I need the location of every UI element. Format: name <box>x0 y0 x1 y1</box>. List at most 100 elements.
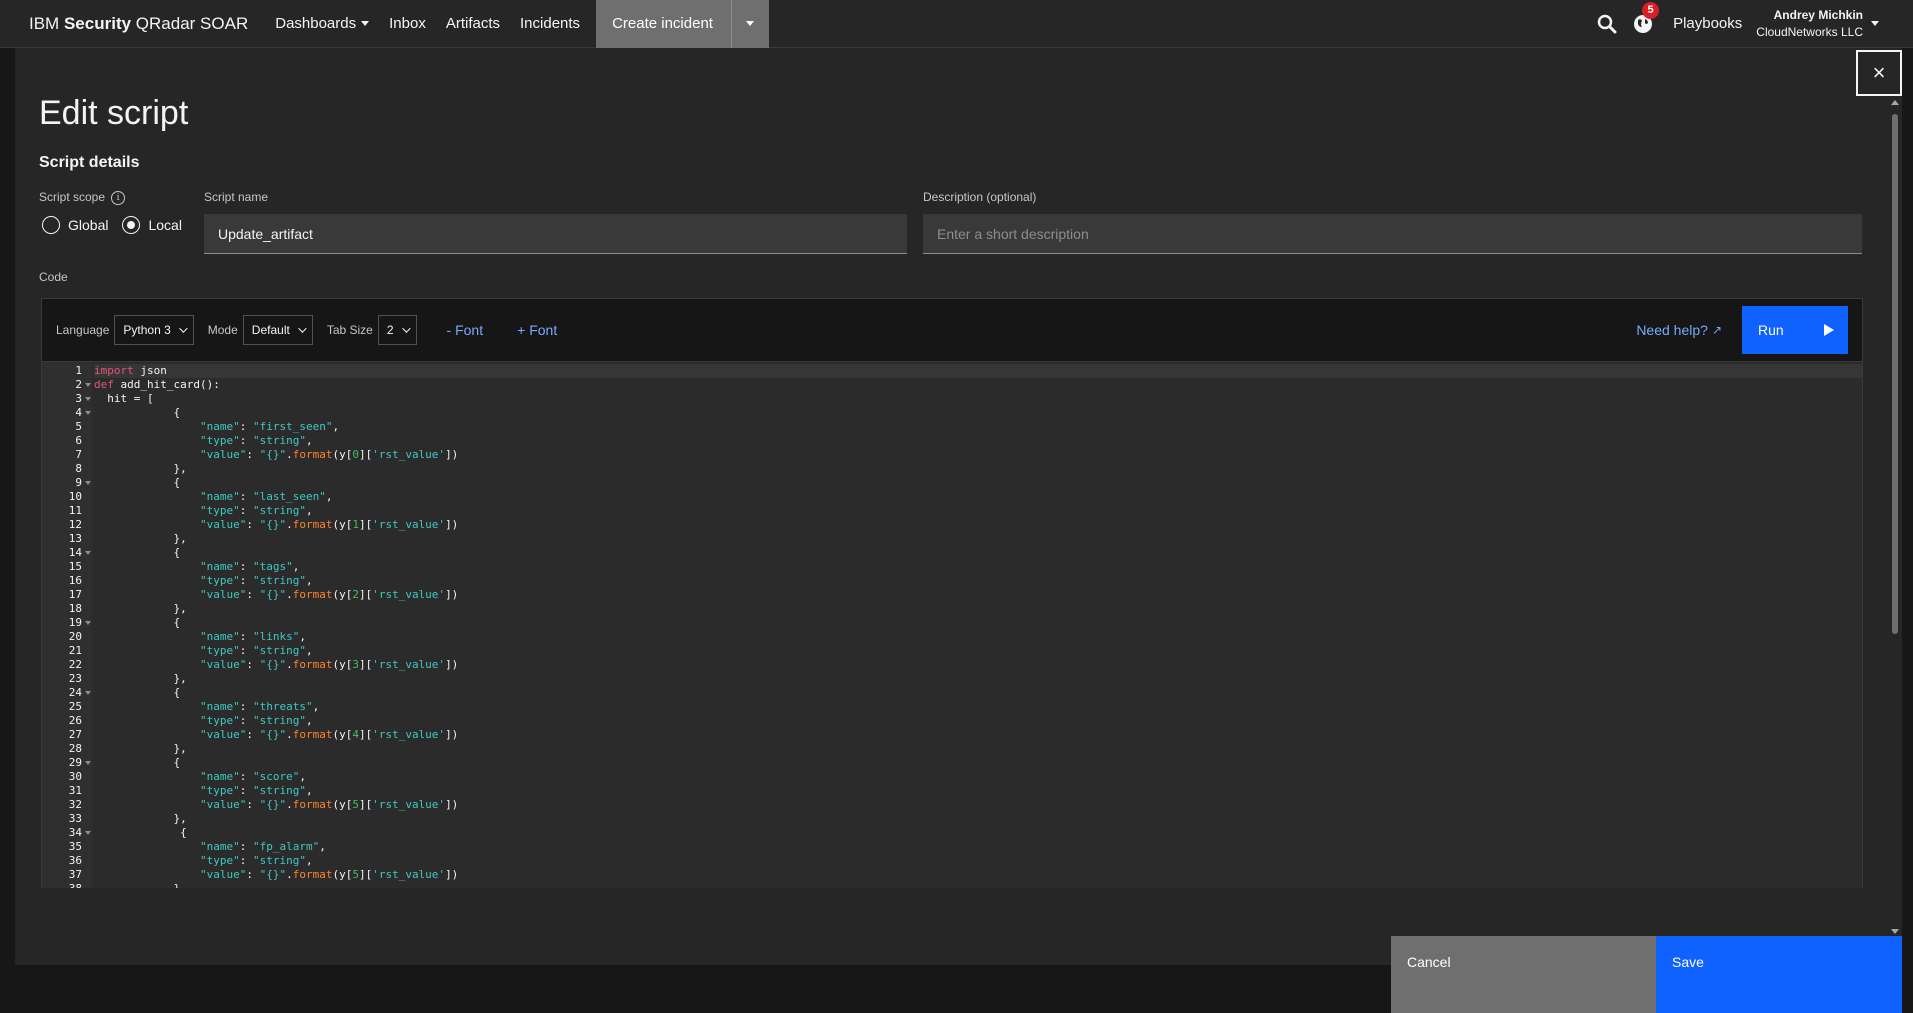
code-line[interactable]: }, <box>94 672 1862 686</box>
code-line[interactable]: "value": "{}".format(y[5]['rst_value']) <box>94 798 1862 812</box>
line-number: 32 <box>68 798 82 811</box>
radio-global[interactable]: Global <box>42 216 108 234</box>
code-line[interactable]: "value": "{}".format(y[2]['rst_value']) <box>94 588 1862 602</box>
line-number: 34 <box>42 826 92 840</box>
user-info: Andrey Michkin CloudNetworks LLC <box>1756 7 1863 41</box>
nav-playbooks[interactable]: Playbooks <box>1661 0 1756 48</box>
line-number: 1 <box>75 364 82 377</box>
code-line[interactable]: def add_hit_card(): <box>94 378 1862 392</box>
line-number: 5 <box>75 420 82 433</box>
language-label: Language <box>56 323 110 337</box>
code-line[interactable]: "type": "string", <box>94 784 1862 798</box>
chevron-down-icon <box>297 324 307 333</box>
code-line[interactable]: { <box>94 406 1862 420</box>
brand-bold: Security <box>63 13 132 33</box>
line-number: 37 <box>68 868 82 881</box>
edit-script-modal: × Edit script Script details Script scop… <box>15 48 1902 1013</box>
code-line[interactable]: }, <box>94 602 1862 616</box>
tab-size-value: 2 <box>386 323 394 337</box>
code-line[interactable]: "value": "{}".format(y[1]['rst_value']) <box>94 518 1862 532</box>
code-line[interactable]: { <box>94 826 1862 840</box>
code-line[interactable]: "name": "links", <box>94 630 1862 644</box>
language-value: Python 3 <box>123 323 171 337</box>
line-number-gutter: 1 2 3 4 5 6 7 8 9 10 11 12 13 14 15 16 17 18 19 20 21 22 23 24 2… <box>42 362 92 888</box>
code-line[interactable]: import json <box>94 364 1862 378</box>
code-line[interactable]: "type": "string", <box>94 434 1862 448</box>
code-line[interactable]: "value": "{}".format(y[5]['rst_value']) <box>94 868 1862 882</box>
code-line[interactable]: "name": "score", <box>94 770 1862 784</box>
code-line[interactable]: "name": "threats", <box>94 700 1862 714</box>
code-line[interactable]: { <box>94 616 1862 630</box>
code-line[interactable]: "type": "string", <box>94 714 1862 728</box>
modal-scrollbar[interactable] <box>1888 100 1902 936</box>
nav-incidents[interactable]: Incidents <box>510 0 590 48</box>
code-line[interactable]: }, <box>94 532 1862 546</box>
code-lines[interactable]: import json def add_hit_card(): hit = [ {… <box>92 362 1862 888</box>
code-line[interactable]: }, <box>94 742 1862 756</box>
nav-inbox-label: Inbox <box>389 15 426 32</box>
code-line[interactable]: "name": "first_seen", <box>94 420 1862 434</box>
font-decrease-button[interactable]: - Font <box>447 322 484 338</box>
line-number: 25 <box>68 700 82 713</box>
code-line[interactable]: "value": "{}".format(y[4]['rst_value']) <box>94 728 1862 742</box>
brand-logo[interactable]: IBM Security QRadar SOAR <box>0 14 265 34</box>
code-line[interactable]: }, <box>94 462 1862 476</box>
radio-local[interactable]: Local <box>122 216 182 234</box>
line-number: 17 <box>68 588 82 601</box>
chevron-down-icon <box>178 324 188 333</box>
code-line[interactable]: "type": "string", <box>94 854 1862 868</box>
cancel-button[interactable]: Cancel <box>1391 936 1656 1013</box>
line-number: 23 <box>68 672 82 685</box>
mode-select[interactable]: Default <box>242 315 313 345</box>
nav-artifacts[interactable]: Artifacts <box>436 0 510 48</box>
code-line[interactable]: hit = [ <box>94 392 1862 406</box>
close-button[interactable]: × <box>1856 50 1902 96</box>
info-icon[interactable]: i <box>111 190 126 205</box>
code-line[interactable]: { <box>94 756 1862 770</box>
line-number: 21 <box>68 644 82 657</box>
create-incident-dropdown[interactable] <box>730 0 769 48</box>
font-increase-button[interactable]: + Font <box>517 322 557 338</box>
radio-circle-local <box>122 216 141 234</box>
notification-badge: 5 <box>1642 1 1660 19</box>
user-menu[interactable]: Andrey Michkin CloudNetworks LLC <box>1756 7 1913 41</box>
save-button[interactable]: Save <box>1656 936 1902 1013</box>
code-line[interactable]: }, <box>94 812 1862 826</box>
modal-title: Edit script <box>39 94 189 132</box>
scroll-thumb[interactable] <box>1892 114 1898 634</box>
run-button[interactable]: Run <box>1742 306 1848 354</box>
code-line[interactable]: { <box>94 476 1862 490</box>
mode-label: Mode <box>207 323 238 337</box>
code-area[interactable]: 1 2 3 4 5 6 7 8 9 10 11 12 13 14 15 16 17 18 19 20 21 22 23 24 2… <box>42 361 1862 888</box>
notifications-button[interactable]: 5 <box>1625 0 1661 48</box>
chevron-down-icon <box>746 21 755 26</box>
chevron-down-icon <box>361 21 370 26</box>
scroll-up-icon[interactable] <box>1891 100 1899 105</box>
nav-inbox[interactable]: Inbox <box>379 0 436 48</box>
script-name-input[interactable]: Update_artifact <box>204 214 907 254</box>
need-help-link[interactable]: Need help? ↗ <box>1636 322 1722 338</box>
create-incident-button[interactable]: Create incident <box>596 0 731 48</box>
code-line[interactable]: "name": "tags", <box>94 560 1862 574</box>
code-line[interactable]: "name": "fp_alarm", <box>94 840 1862 854</box>
line-number: 16 <box>68 574 82 587</box>
code-line[interactable]: "type": "string", <box>94 574 1862 588</box>
tab-size-select[interactable]: 2 <box>377 315 417 345</box>
line-number: 6 <box>75 434 82 447</box>
code-line[interactable]: "type": "string", <box>94 504 1862 518</box>
editor-toolbar: Language Python 3 Mode Default Tab Size … <box>42 299 1862 361</box>
nav-dashboards[interactable]: Dashboards <box>265 0 379 48</box>
nav-dashboards-label: Dashboards <box>275 15 357 32</box>
description-input[interactable]: Enter a short description <box>923 214 1862 254</box>
line-number: 22 <box>68 658 82 671</box>
language-select[interactable]: Python 3 <box>114 315 194 345</box>
code-line[interactable]: { <box>94 546 1862 560</box>
code-line[interactable]: { <box>94 686 1862 700</box>
code-line[interactable]: "value": "{}".format(y[0]['rst_value']) <box>94 448 1862 462</box>
code-line[interactable]: "type": "string", <box>94 644 1862 658</box>
code-line[interactable]: "value": "{}".format(y[3]['rst_value']) <box>94 658 1862 672</box>
code-line[interactable]: }, <box>94 882 1862 888</box>
search-button[interactable] <box>1589 0 1625 48</box>
scroll-down-icon[interactable] <box>1891 929 1899 934</box>
code-line[interactable]: "name": "last_seen", <box>94 490 1862 504</box>
